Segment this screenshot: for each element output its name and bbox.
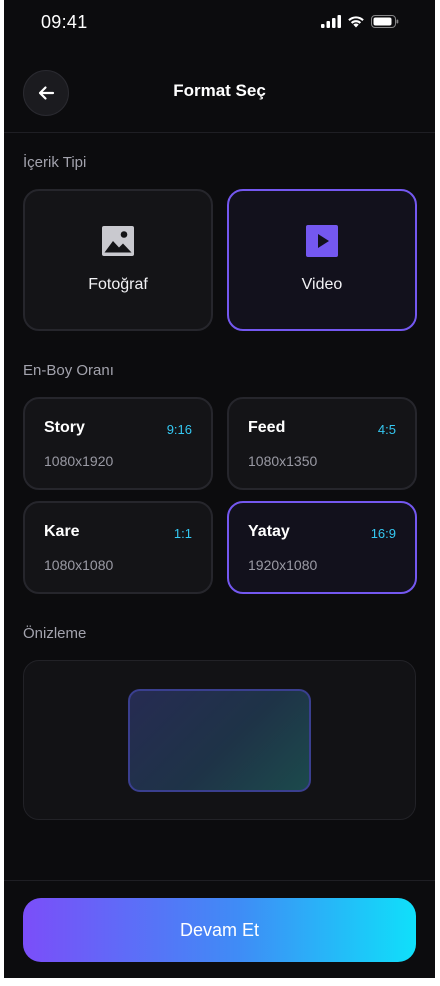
- status-bar: 09:41: [4, 0, 435, 46]
- content-type-photo-label: Fotoğraf: [88, 276, 148, 293]
- ratio-option-story[interactable]: Story 9:16 1080x1920: [23, 397, 213, 490]
- ratio-value: 16:9: [370, 526, 396, 541]
- ratio-option-feed[interactable]: Feed 4:5 1080x1350: [227, 397, 417, 490]
- status-icons: [321, 15, 399, 28]
- ratio-option-landscape[interactable]: Yatay 16:9 1920x1080: [227, 501, 417, 594]
- ratio-value: 4:5: [377, 422, 396, 437]
- preview-label: Önizleme: [23, 625, 87, 642]
- ratio-resolution: 1920x1080: [248, 557, 318, 573]
- footer-divider: [4, 880, 435, 881]
- image-icon: [102, 226, 134, 256]
- preview-frame: [128, 689, 311, 792]
- app-screen: 09:41 Format Seç İçerik Tipi Fotoğraf Vi…: [4, 0, 435, 978]
- signal-icon: [321, 15, 341, 28]
- ratio-name: Kare: [44, 523, 80, 540]
- content-type-photo[interactable]: Fotoğraf: [23, 189, 213, 331]
- ratio-value: 1:1: [173, 526, 192, 541]
- content-type-label: İçerik Tipi: [23, 154, 87, 171]
- ratio-value: 9:16: [166, 422, 192, 437]
- content-type-video[interactable]: Video: [227, 189, 417, 331]
- ratio-resolution: 1080x1080: [44, 557, 114, 573]
- wifi-icon: [348, 16, 364, 28]
- aspect-ratio-label: En-Boy Oranı: [23, 362, 114, 379]
- ratio-resolution: 1080x1920: [44, 453, 114, 469]
- continue-button-label: Devam Et: [179, 919, 260, 940]
- ratio-option-square[interactable]: Kare 1:1 1080x1080: [23, 501, 213, 594]
- page-title: Format Seç: [173, 81, 266, 100]
- header: Format Seç: [4, 66, 435, 116]
- ratio-name: Story: [44, 419, 85, 436]
- preview-panel: [23, 660, 416, 820]
- continue-button[interactable]: Devam Et: [23, 898, 416, 962]
- content-type-video-label: Video: [301, 276, 343, 293]
- battery-icon: [371, 15, 399, 28]
- play-icon: [306, 225, 338, 257]
- ratio-resolution: 1080x1350: [248, 453, 318, 469]
- header-divider: [4, 132, 435, 133]
- ratio-name: Yatay: [248, 523, 290, 540]
- status-time: 09:41: [41, 12, 88, 32]
- ratio-name: Feed: [248, 419, 286, 436]
